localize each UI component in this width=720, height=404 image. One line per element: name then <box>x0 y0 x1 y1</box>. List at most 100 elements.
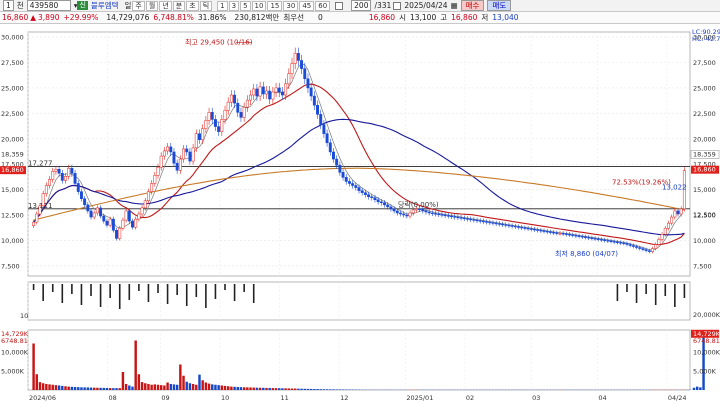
stock-code-input[interactable]: 439580 <box>26 0 71 11</box>
candle <box>223 110 227 120</box>
candle <box>332 151 335 160</box>
interval-tab[interactable]: 15 <box>267 0 283 11</box>
open-price: 16,860 <box>368 13 396 22</box>
period-tab[interactable]: 분 <box>172 0 186 11</box>
candle <box>143 200 147 209</box>
pivot-annotation: 13,022 <box>662 184 687 192</box>
interval-tab[interactable]: 3 <box>228 0 240 11</box>
candle <box>405 214 409 217</box>
candle <box>481 220 485 223</box>
candle <box>204 120 208 129</box>
candle <box>271 91 275 100</box>
volume-bar <box>316 389 319 390</box>
candle <box>453 216 457 218</box>
candle <box>131 220 134 228</box>
candle <box>590 237 594 239</box>
candle <box>399 212 402 215</box>
interval-tab[interactable]: 5 <box>240 0 251 11</box>
candle <box>175 162 179 171</box>
signal-bar <box>118 284 121 309</box>
open-value: 13,100 <box>409 13 437 22</box>
volume-bar <box>191 384 195 390</box>
candle <box>392 208 396 212</box>
active-period[interactable]: 일 <box>125 0 132 11</box>
count-input[interactable]: 200 <box>351 0 372 11</box>
date-checkbox[interactable] <box>393 1 402 10</box>
candle <box>188 151 192 162</box>
candle <box>446 215 450 217</box>
candle <box>679 208 683 215</box>
candle <box>83 198 87 206</box>
x-tick-label: 2025/01 <box>406 394 433 402</box>
candle <box>335 158 339 166</box>
y-tick-label: 20,000 <box>1 135 24 143</box>
volume-bar <box>198 374 201 390</box>
candle <box>300 60 304 69</box>
interval-tabs: 1 3 5 10 15 30 45 60 <box>216 0 331 11</box>
interval-tab[interactable]: 10 <box>251 0 267 11</box>
candle <box>599 239 603 241</box>
candle <box>48 179 52 186</box>
stock-chart[interactable]: 30,000 30,00027,500 27,50025,000 25,00022,5… <box>0 24 720 404</box>
volume-bar <box>64 386 67 390</box>
candle <box>166 146 170 152</box>
candle <box>619 242 623 244</box>
candle <box>233 94 237 104</box>
period-tab[interactable]: 주 <box>132 0 145 11</box>
candle <box>268 90 272 100</box>
candle <box>411 209 415 214</box>
current-price: 16,860 <box>2 13 29 22</box>
candle <box>491 222 495 224</box>
interval-tab[interactable]: 1 <box>217 0 228 11</box>
candle <box>265 90 268 95</box>
candle <box>242 106 246 118</box>
y-tick-label-right: 15,000 <box>693 186 716 194</box>
period-tab[interactable]: 틱 <box>199 0 213 11</box>
volume-bar <box>96 387 99 390</box>
signal-bar <box>128 284 131 300</box>
volume-bar <box>131 386 134 390</box>
period-tab[interactable]: 월 <box>145 0 159 11</box>
interval-tab[interactable]: 45 <box>299 0 315 11</box>
candle <box>319 114 323 125</box>
volume-bar <box>322 389 326 390</box>
sell-button[interactable]: 매도 <box>487 0 512 11</box>
y-tick-label-right: 10,000 <box>693 237 716 245</box>
candle <box>137 213 141 220</box>
candle <box>217 126 221 132</box>
candle <box>443 214 447 217</box>
candle <box>79 191 83 199</box>
open-label: 시 <box>399 13 406 22</box>
period-tab[interactable]: 초 <box>186 0 199 11</box>
volume-bar <box>329 389 332 390</box>
buy-button[interactable]: 매수 <box>460 0 485 11</box>
volume-bar <box>166 382 169 390</box>
left-tag-1: 18,359 <box>1 150 24 158</box>
candle <box>367 194 371 197</box>
interval-tab[interactable]: 60 <box>315 0 331 11</box>
zero-value: 0 <box>318 13 323 22</box>
candle <box>660 234 664 240</box>
candle <box>402 213 406 216</box>
right-tag-2: 16,860 <box>693 166 716 174</box>
calendar-icon[interactable]: ▦ <box>451 1 458 10</box>
candle <box>383 202 386 206</box>
toolbar-prefix[interactable]: 1 <box>3 0 14 11</box>
option-checkbox[interactable] <box>335 1 344 10</box>
volume-bar <box>54 385 58 390</box>
period-tab[interactable]: 년 <box>159 0 172 11</box>
date-field[interactable]: 2025/04/24 <box>404 1 447 10</box>
stock-name: 블루엠텍 <box>90 1 119 10</box>
y-tick-label-right: 7,500 <box>693 262 712 270</box>
low-value: 13,040 <box>492 13 519 22</box>
y-tick-label: 25,000 <box>1 84 24 92</box>
volume-bar <box>144 383 147 390</box>
trade-amount: 230,812백만 <box>234 13 280 22</box>
toolbar-prefix2[interactable]: 천 <box>17 0 24 11</box>
interval-tab[interactable]: 30 <box>283 0 299 11</box>
volume-bar <box>226 386 230 390</box>
candle <box>191 147 195 162</box>
volume-bar <box>41 383 45 390</box>
volume-bar <box>159 385 163 390</box>
low-label: 저 <box>481 13 489 22</box>
